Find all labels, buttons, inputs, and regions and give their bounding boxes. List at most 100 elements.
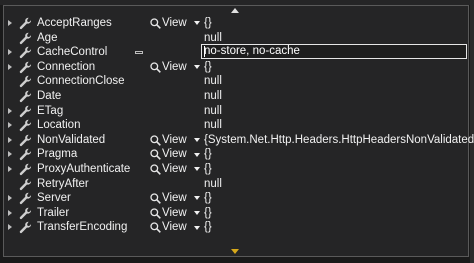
magnifier-icon: [150, 134, 161, 146]
property-name: Date: [37, 89, 62, 102]
property-value: {}: [204, 148, 212, 161]
expand-triangle-icon[interactable]: [8, 209, 12, 216]
datatip-row-nonvalidated[interactable]: NonValidated View {System.Net.Http.Heade…: [4, 133, 474, 148]
view-dropdown[interactable]: View: [150, 147, 200, 162]
expand-triangle-icon[interactable]: [8, 165, 12, 172]
property-name: Trailer: [37, 206, 70, 219]
chevron-down-icon: [193, 167, 200, 172]
property-value: {}: [204, 221, 212, 234]
wrench-icon: [19, 192, 32, 205]
property-name: Location: [37, 119, 81, 132]
view-dropdown[interactable]: View: [150, 191, 200, 206]
value-edit-input[interactable]: [202, 45, 466, 59]
datatip-rows: AcceptRanges View {} Age null CacheContr…: [4, 16, 474, 235]
magnifier-icon: [150, 149, 161, 161]
chevron-down-icon: [193, 21, 200, 26]
wrench-icon: [19, 61, 32, 73]
property-name: NonValidated: [37, 133, 106, 146]
datatip-popup: AcceptRanges View {} Age null CacheContr…: [3, 5, 474, 257]
datatip-row-age[interactable]: Age null: [4, 31, 468, 46]
chevron-down-icon: [193, 152, 200, 157]
datatip-row-etag[interactable]: ETag null: [4, 104, 468, 119]
magnifier-icon: [150, 164, 161, 175]
property-name: CacheControl: [37, 46, 108, 59]
property-value: null: [204, 75, 222, 88]
pin-icon[interactable]: [135, 51, 143, 55]
view-dropdown[interactable]: View: [150, 16, 200, 31]
expand-triangle-icon[interactable]: [8, 20, 12, 26]
scroll-up-arrow-icon[interactable]: [229, 6, 241, 14]
magnifier-icon: [150, 222, 161, 233]
view-label: View: [162, 17, 187, 29]
property-value: null: [204, 119, 222, 132]
wrench-icon: [19, 46, 32, 59]
scroll-down-arrow-icon[interactable]: [229, 247, 241, 255]
property-name: AcceptRanges: [37, 17, 112, 29]
wrench-icon: [19, 90, 32, 103]
view-label: View: [162, 221, 187, 234]
view-dropdown[interactable]: View: [150, 206, 200, 221]
datatip-row-location[interactable]: Location null: [4, 118, 468, 133]
property-name: ETag: [37, 104, 64, 117]
magnifier-icon: [150, 193, 161, 204]
property-value: null: [204, 104, 222, 117]
property-value: null: [204, 31, 222, 44]
property-name: ConnectionClose: [37, 75, 125, 88]
wrench-icon: [19, 207, 32, 219]
datatip-row-proxyauthenticate[interactable]: ProxyAuthenticate View {}: [4, 162, 468, 177]
wrench-icon: [19, 76, 32, 88]
expand-triangle-icon[interactable]: [8, 63, 12, 70]
datatip-row-cachecontrol[interactable]: CacheControl: [4, 44, 468, 60]
datatip-row-transferencoding[interactable]: TransferEncoding View {}: [4, 220, 468, 235]
datatip-row-retryafter[interactable]: RetryAfter null: [4, 177, 468, 192]
view-dropdown[interactable]: View: [150, 133, 200, 148]
property-name: RetryAfter: [37, 177, 89, 190]
expand-triangle-icon[interactable]: [8, 107, 12, 114]
property-value: {}: [204, 162, 212, 175]
datatip-row-trailer[interactable]: Trailer View {}: [4, 206, 468, 221]
datatip-row-connectionclose[interactable]: ConnectionClose null: [4, 74, 468, 89]
view-label: View: [162, 162, 187, 175]
value-edit-field[interactable]: [201, 44, 467, 60]
view-dropdown[interactable]: View: [150, 220, 200, 235]
wrench-icon: [19, 178, 32, 190]
expand-triangle-icon[interactable]: [8, 49, 12, 56]
datatip-row-server[interactable]: Server View {}: [4, 191, 468, 206]
view-label: View: [162, 206, 187, 219]
view-dropdown[interactable]: View: [150, 162, 200, 177]
view-label: View: [162, 60, 187, 73]
magnifier-icon: [150, 61, 161, 73]
property-name: TransferEncoding: [37, 221, 128, 234]
wrench-icon: [19, 134, 32, 146]
property-value: {}: [204, 17, 212, 29]
wrench-icon: [19, 149, 32, 161]
text-caret: [204, 46, 205, 58]
view-label: View: [162, 148, 187, 161]
datatip-row-connection[interactable]: Connection View {}: [4, 60, 468, 75]
magnifier-icon: [150, 18, 161, 29]
property-value: {}: [204, 192, 212, 205]
datatip-row-pragma[interactable]: Pragma View {}: [4, 147, 468, 162]
expand-triangle-icon[interactable]: [8, 122, 12, 129]
wrench-icon: [19, 17, 32, 30]
property-name: Pragma: [37, 148, 78, 161]
expand-triangle-icon[interactable]: [8, 224, 12, 231]
wrench-icon: [19, 119, 32, 132]
chevron-down-icon: [193, 138, 200, 143]
wrench-icon: [19, 32, 32, 44]
wrench-icon: [19, 163, 32, 175]
datatip-row-date[interactable]: Date null: [4, 89, 468, 104]
chevron-down-icon: [193, 196, 200, 201]
property-name: Server: [37, 192, 71, 205]
editor-right-strip: [470, 0, 474, 263]
expand-triangle-icon[interactable]: [8, 195, 12, 202]
property-value: null: [204, 177, 222, 190]
view-dropdown[interactable]: View: [150, 60, 200, 75]
property-value: null: [204, 89, 222, 102]
expand-triangle-icon[interactable]: [8, 151, 12, 158]
property-name: ProxyAuthenticate: [37, 162, 131, 175]
property-name: Connection: [37, 60, 96, 73]
view-label: View: [162, 133, 187, 146]
expand-triangle-icon[interactable]: [8, 136, 12, 143]
datatip-row-acceptranges[interactable]: AcceptRanges View {}: [4, 16, 468, 31]
